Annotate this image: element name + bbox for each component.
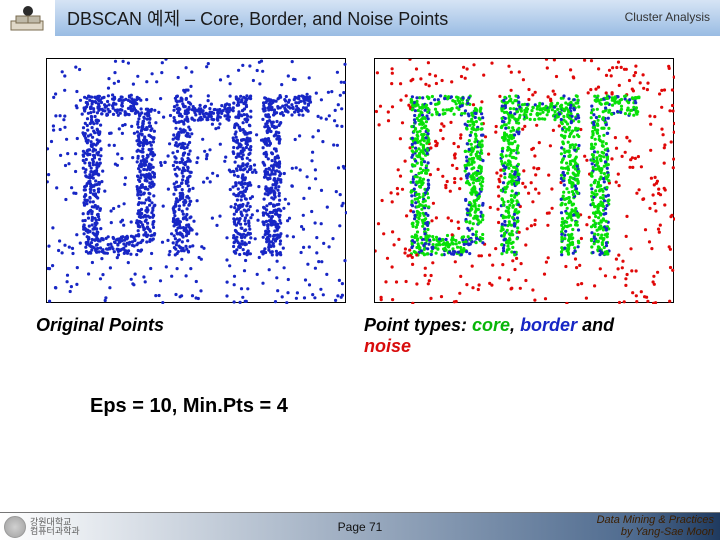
page-number: Page 71: [338, 520, 383, 534]
slide-content: Original Points Point types: core, borde…: [0, 36, 720, 496]
caption-prefix: Point types:: [364, 315, 472, 335]
slide-title: DBSCAN 예제 – Core, Border, and Noise Poin…: [67, 5, 448, 31]
caption-row: Original Points Point types: core, borde…: [30, 315, 690, 357]
scatter-classified: [374, 58, 674, 303]
caption-classified: Point types: core, border and noise: [364, 315, 664, 357]
slide-title-bar: DBSCAN 예제 – Core, Border, and Noise Poin…: [55, 0, 720, 36]
scatter-original-svg: [47, 59, 347, 304]
university-emblem-icon: [4, 516, 26, 538]
caption-sep2: and: [577, 315, 614, 335]
caption-noise: noise: [364, 336, 411, 356]
caption-border: border: [520, 315, 577, 335]
slide-header: DBSCAN 예제 – Core, Border, and Noise Poin…: [0, 0, 720, 36]
plot-row: [30, 58, 690, 303]
dbscan-params: Eps = 10, Min.Pts = 4: [90, 395, 690, 418]
caption-original: Original Points: [36, 315, 336, 357]
credit-line2: by Yang-Sae Moon: [597, 526, 714, 538]
section-label: Cluster Analysis: [625, 10, 710, 24]
reading-figure-icon: [8, 3, 48, 33]
scatter-classified-svg: [375, 59, 675, 304]
credit-line1: Data Mining & Practices: [597, 514, 714, 526]
caption-sep1: ,: [510, 315, 520, 335]
university-name: 강원대학교 컴퓨터과학과: [30, 518, 80, 536]
caption-core: core: [472, 315, 510, 335]
university-line2: 컴퓨터과학과: [30, 527, 80, 536]
footer-credits: Data Mining & Practices by Yang-Sae Moon: [597, 514, 714, 538]
scatter-original: [46, 58, 346, 303]
footer-logo: 강원대학교 컴퓨터과학과: [4, 516, 80, 538]
header-logo: [0, 0, 55, 36]
slide-footer: 강원대학교 컴퓨터과학과 Page 71 Data Mining & Pract…: [0, 512, 720, 540]
